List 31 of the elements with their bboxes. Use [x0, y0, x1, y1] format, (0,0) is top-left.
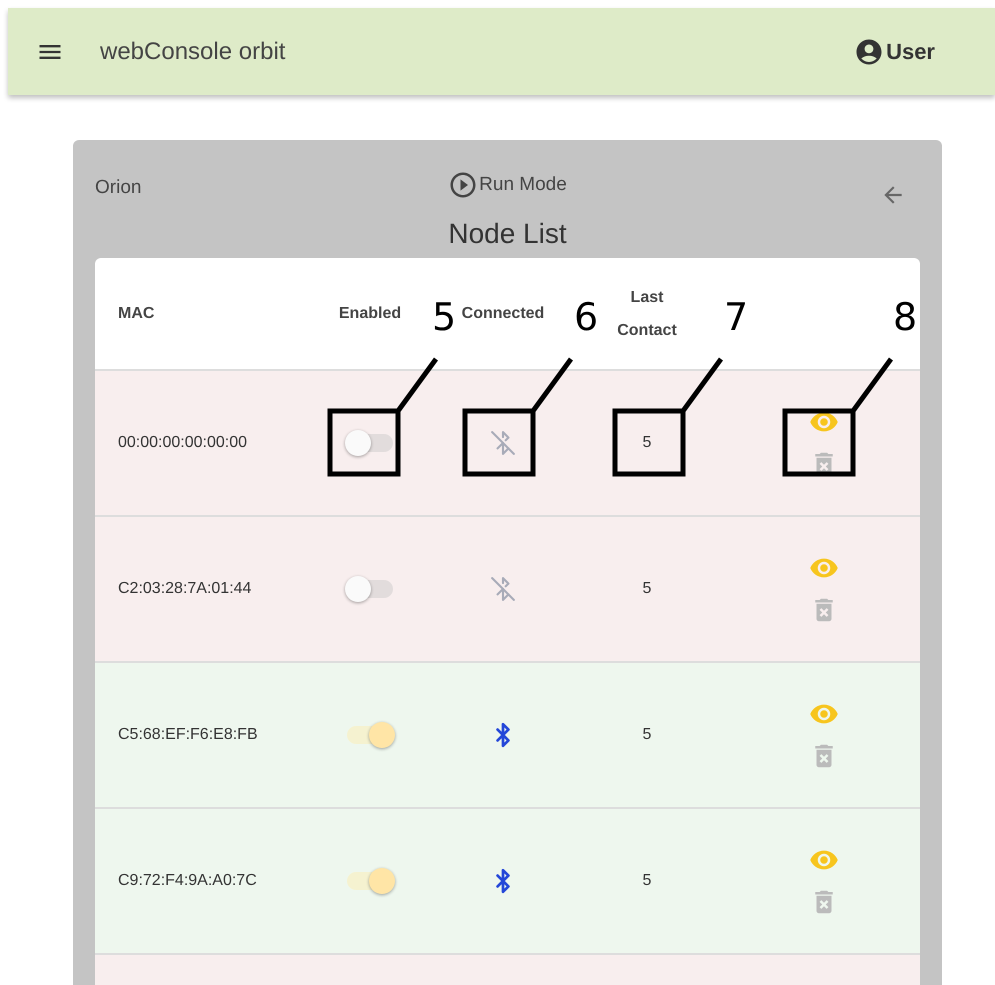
enabled-switch[interactable] [345, 429, 395, 457]
mac-cell-text: 00:00:00:00:00:00 [117, 434, 248, 452]
mac-cell-text: C9:72:F4:9A:A0:7C [117, 872, 257, 890]
last-contact-cell: 5 [642, 580, 652, 598]
callout-number: 8 [893, 298, 918, 336]
column-header: Connected [462, 304, 544, 324]
panel-title: Node List [447, 218, 568, 250]
mode-label: Run Mode [479, 174, 567, 196]
enabled-switch[interactable] [345, 575, 395, 603]
callout-number: 5 [432, 298, 456, 336]
switch-thumb[interactable] [345, 430, 371, 456]
column-header: Last Contact [617, 288, 677, 340]
callout-number: 6 [574, 298, 598, 336]
switch-thumb[interactable] [369, 868, 395, 894]
panel-name: Orion [95, 177, 142, 199]
last-contact-cell: 5 [642, 726, 652, 744]
last-contact-cell: 5 [642, 434, 652, 452]
switch-thumb[interactable] [345, 576, 371, 602]
enabled-switch[interactable] [345, 867, 395, 895]
mac-cell-text: C2:03:28:7A:01:44 [117, 580, 252, 598]
enabled-switch[interactable] [345, 721, 395, 749]
last-contact-cell: 5 [642, 872, 652, 890]
mac-cell-text: C5:68:EF:F6:E8:FB [117, 726, 258, 744]
callout-number: 7 [724, 298, 748, 336]
column-header: MAC [118, 304, 154, 324]
app-title: webConsole orbit [100, 38, 286, 66]
play-icon [448, 170, 478, 200]
switch-thumb[interactable] [369, 722, 395, 748]
user-icon [854, 36, 884, 66]
user-button[interactable]: User [854, 36, 935, 66]
column-header: Enabled [338, 304, 402, 324]
